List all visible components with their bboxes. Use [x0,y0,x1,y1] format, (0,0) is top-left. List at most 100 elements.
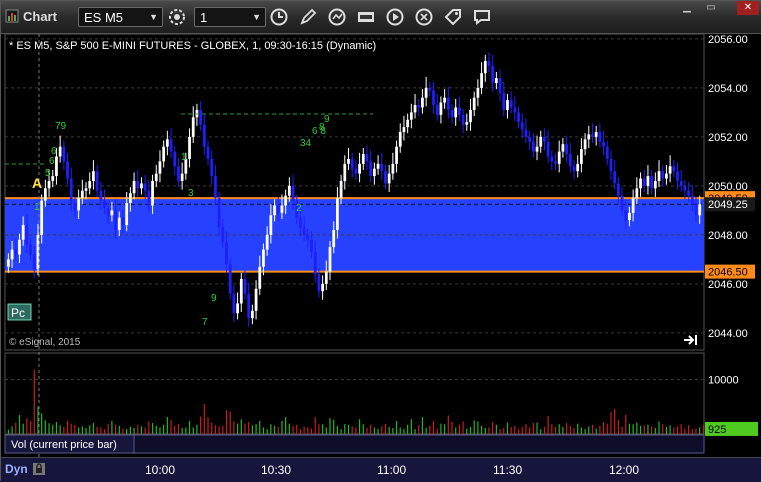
annotation-label: 7 [202,317,208,328]
annotation-label: 1 [181,152,187,163]
price-bar [439,102,443,115]
price-bar [236,303,239,314]
price-bar [535,146,539,152]
study-button[interactable] [414,7,434,27]
price-tick-label: 2056.00 [708,34,748,46]
price-bar [95,171,99,191]
price-bar [199,109,203,125]
price-bar [646,176,650,186]
price-bar [417,105,421,108]
price-bar [280,205,284,213]
price-bar [435,105,439,115]
chat-button[interactable] [472,7,492,27]
time-label-1200: 12:00 [609,463,640,477]
price-bar [687,190,690,196]
price-bar [561,144,565,152]
price-bar [206,146,210,159]
price-bar [616,183,620,196]
price-bar [169,139,173,152]
price-bar [635,188,639,199]
price-bar [568,154,572,167]
draw-tool-button[interactable] [298,7,318,27]
price-bar [661,171,665,179]
price-bar [336,198,339,230]
price-bar [565,144,568,155]
price-bar [66,161,69,179]
refresh-button[interactable] [327,7,347,27]
annotation-label: 6 [49,156,55,167]
price-bar [409,112,413,120]
price-bar [487,60,491,66]
price-bar [502,92,506,110]
price-bar [406,119,410,128]
price-bar [221,227,225,243]
price-bar [51,176,55,181]
price-bar [347,158,350,164]
price-bar [358,163,361,174]
price-tick-label: 2050.00 [708,181,748,193]
price-bar [302,227,306,235]
price-bar [450,109,454,118]
price-bar [55,156,58,177]
quote-button[interactable] [356,7,376,27]
play-button[interactable] [385,7,405,27]
price-bar [132,180,136,194]
annotation-label: 8 [319,122,325,133]
price-bar [232,293,236,314]
price-bar [243,278,247,294]
price-bar [694,203,698,216]
price-bar [605,146,609,159]
price-bar [106,207,110,216]
time-label-1000: 10:00 [145,463,176,477]
annotation-label: 34 [300,138,312,149]
price-bar [628,212,631,221]
clock-icon [270,8,288,26]
price-bar [306,234,310,240]
price-bar [657,171,661,181]
price-bar [650,176,654,189]
price-bar [21,225,25,240]
price-bar [62,146,66,162]
annotation-label: 9 [324,114,330,125]
quote-box-icon [358,12,374,22]
price-bar [465,122,469,125]
price-bar [117,217,121,230]
price-bar [284,195,288,206]
interval-combobox[interactable]: 1 ▼ [194,7,266,27]
dynamic-mode-label[interactable]: Dyn [5,462,28,476]
price-bar [324,271,328,284]
price-bar [372,168,376,177]
lock-icon[interactable] [32,462,46,476]
time-template-button[interactable] [269,7,289,27]
price-bar [287,185,291,196]
price-bar [247,293,251,319]
price-bar [472,97,476,110]
price-bar [428,87,432,91]
chevron-down-icon[interactable]: ▼ [149,12,158,22]
symbol-link-button[interactable] [167,7,187,27]
price-bar [665,173,668,179]
price-bar [343,163,347,181]
price-bar [217,198,221,228]
price-bar [528,136,532,142]
chevron-down-icon[interactable]: ▼ [252,12,261,22]
price-bar [143,183,147,191]
minimize-button[interactable]: ▁ [677,1,697,15]
chart-area[interactable]: 2056.00 2054.00 2052.00 2050.00 2048.00 2046.… [1,34,761,457]
time-label-1130: 11:30 [493,463,523,477]
price-bar [110,210,114,216]
price-bar [128,193,132,204]
price-bar [328,247,332,272]
price-bar [25,225,29,245]
gear-link-icon [169,9,185,25]
price-bar [668,166,672,174]
close-button[interactable]: ✕ [737,1,759,15]
symbol-combobox[interactable]: ES M5 ▼ [78,7,163,27]
price-bar [154,173,158,181]
pencil-icon [300,8,317,25]
trade-button[interactable] [443,7,463,27]
maximize-button[interactable]: ▭ [701,1,721,15]
price-bar [354,168,358,174]
window-title: Chart [23,9,57,24]
price-bar [602,141,605,147]
